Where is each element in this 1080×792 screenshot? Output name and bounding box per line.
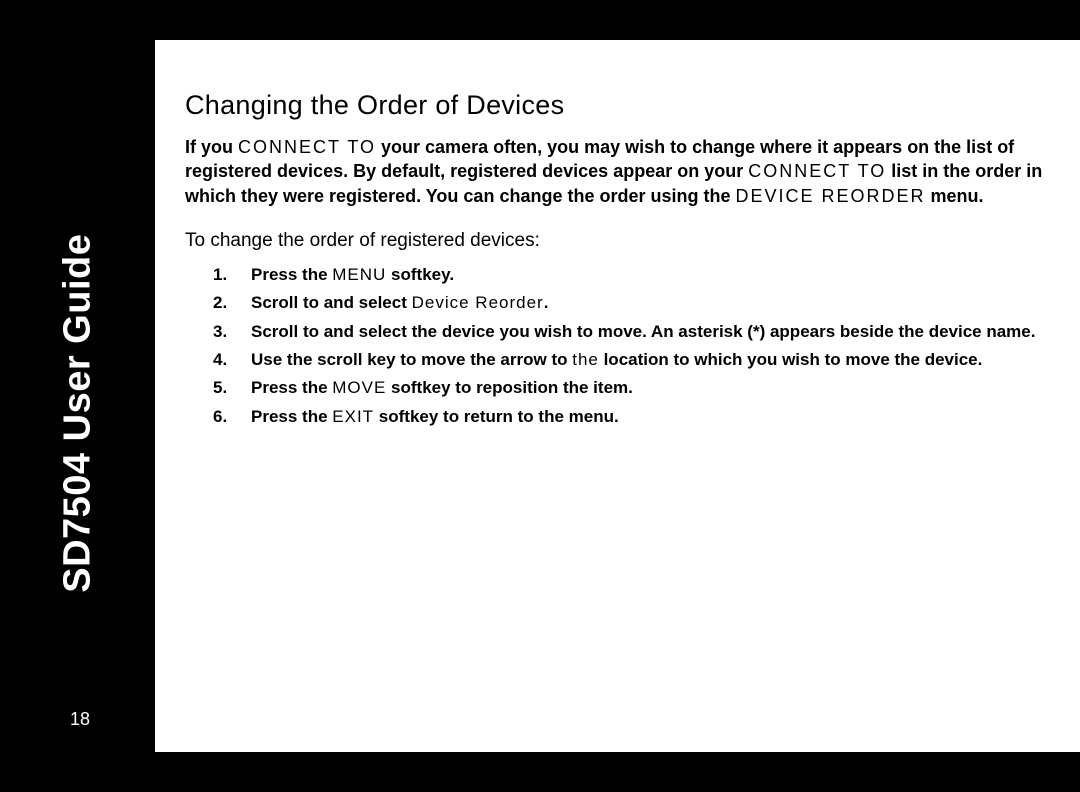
guide-title: SD7504 User Guide <box>56 234 99 593</box>
page-number: 18 <box>70 709 90 730</box>
step-number: 5. <box>213 375 227 401</box>
step-item: 5. Press the MOVE softkey to reposition … <box>231 375 1080 401</box>
intro-text: If you <box>185 137 238 157</box>
intro-text: menu. <box>926 186 984 206</box>
step-item: 3. Scroll to and select the device you w… <box>231 319 1080 345</box>
intro-paragraph: If you CONNECT TO your camera often, you… <box>185 135 1080 208</box>
step-text: Use the scroll key to move the arrow to <box>251 350 572 369</box>
step-number: 3. <box>213 319 227 345</box>
step-text: . <box>544 293 549 312</box>
step-text: Scroll to and select the device you wish… <box>251 322 1035 341</box>
step-number: 4. <box>213 347 227 373</box>
step-text: softkey. <box>386 265 454 284</box>
section-heading: Changing the Order of Devices <box>185 90 1080 121</box>
intro-connect-to-2: CONNECT TO <box>748 161 886 181</box>
sidebar: SD7504 User Guide 18 <box>0 0 155 792</box>
step-keyword: the <box>572 350 599 369</box>
step-number: 2. <box>213 290 227 316</box>
step-item: 1. Press the MENU softkey. <box>231 262 1080 288</box>
step-text: softkey to reposition the item. <box>386 378 633 397</box>
page-body: Changing the Order of Devices If you CON… <box>155 40 1080 752</box>
step-text: location to which you wish to move the d… <box>599 350 983 369</box>
step-text: softkey to return to the menu. <box>374 407 619 426</box>
step-text: Press the <box>251 378 332 397</box>
steps-lead: To change the order of registered device… <box>185 230 1080 252</box>
intro-device-reorder: DEVICE REORDER <box>735 186 925 206</box>
step-item: 6. Press the EXIT softkey to return to t… <box>231 404 1080 430</box>
step-number: 6. <box>213 404 227 430</box>
step-keyword: MENU <box>332 265 386 284</box>
step-text: Scroll to and select <box>251 293 412 312</box>
step-keyword: MOVE <box>332 378 386 397</box>
step-keyword: Device Reorder <box>412 293 544 312</box>
step-text: Press the <box>251 265 332 284</box>
step-item: 2. Scroll to and select Device Reorder. <box>231 290 1080 316</box>
step-number: 1. <box>213 262 227 288</box>
intro-connect-to-1: CONNECT TO <box>238 137 376 157</box>
step-item: 4. Use the scroll key to move the arrow … <box>231 347 1080 373</box>
step-text: Press the <box>251 407 332 426</box>
steps-list: 1. Press the MENU softkey. 2. Scroll to … <box>185 262 1080 430</box>
step-keyword: EXIT <box>332 407 374 426</box>
